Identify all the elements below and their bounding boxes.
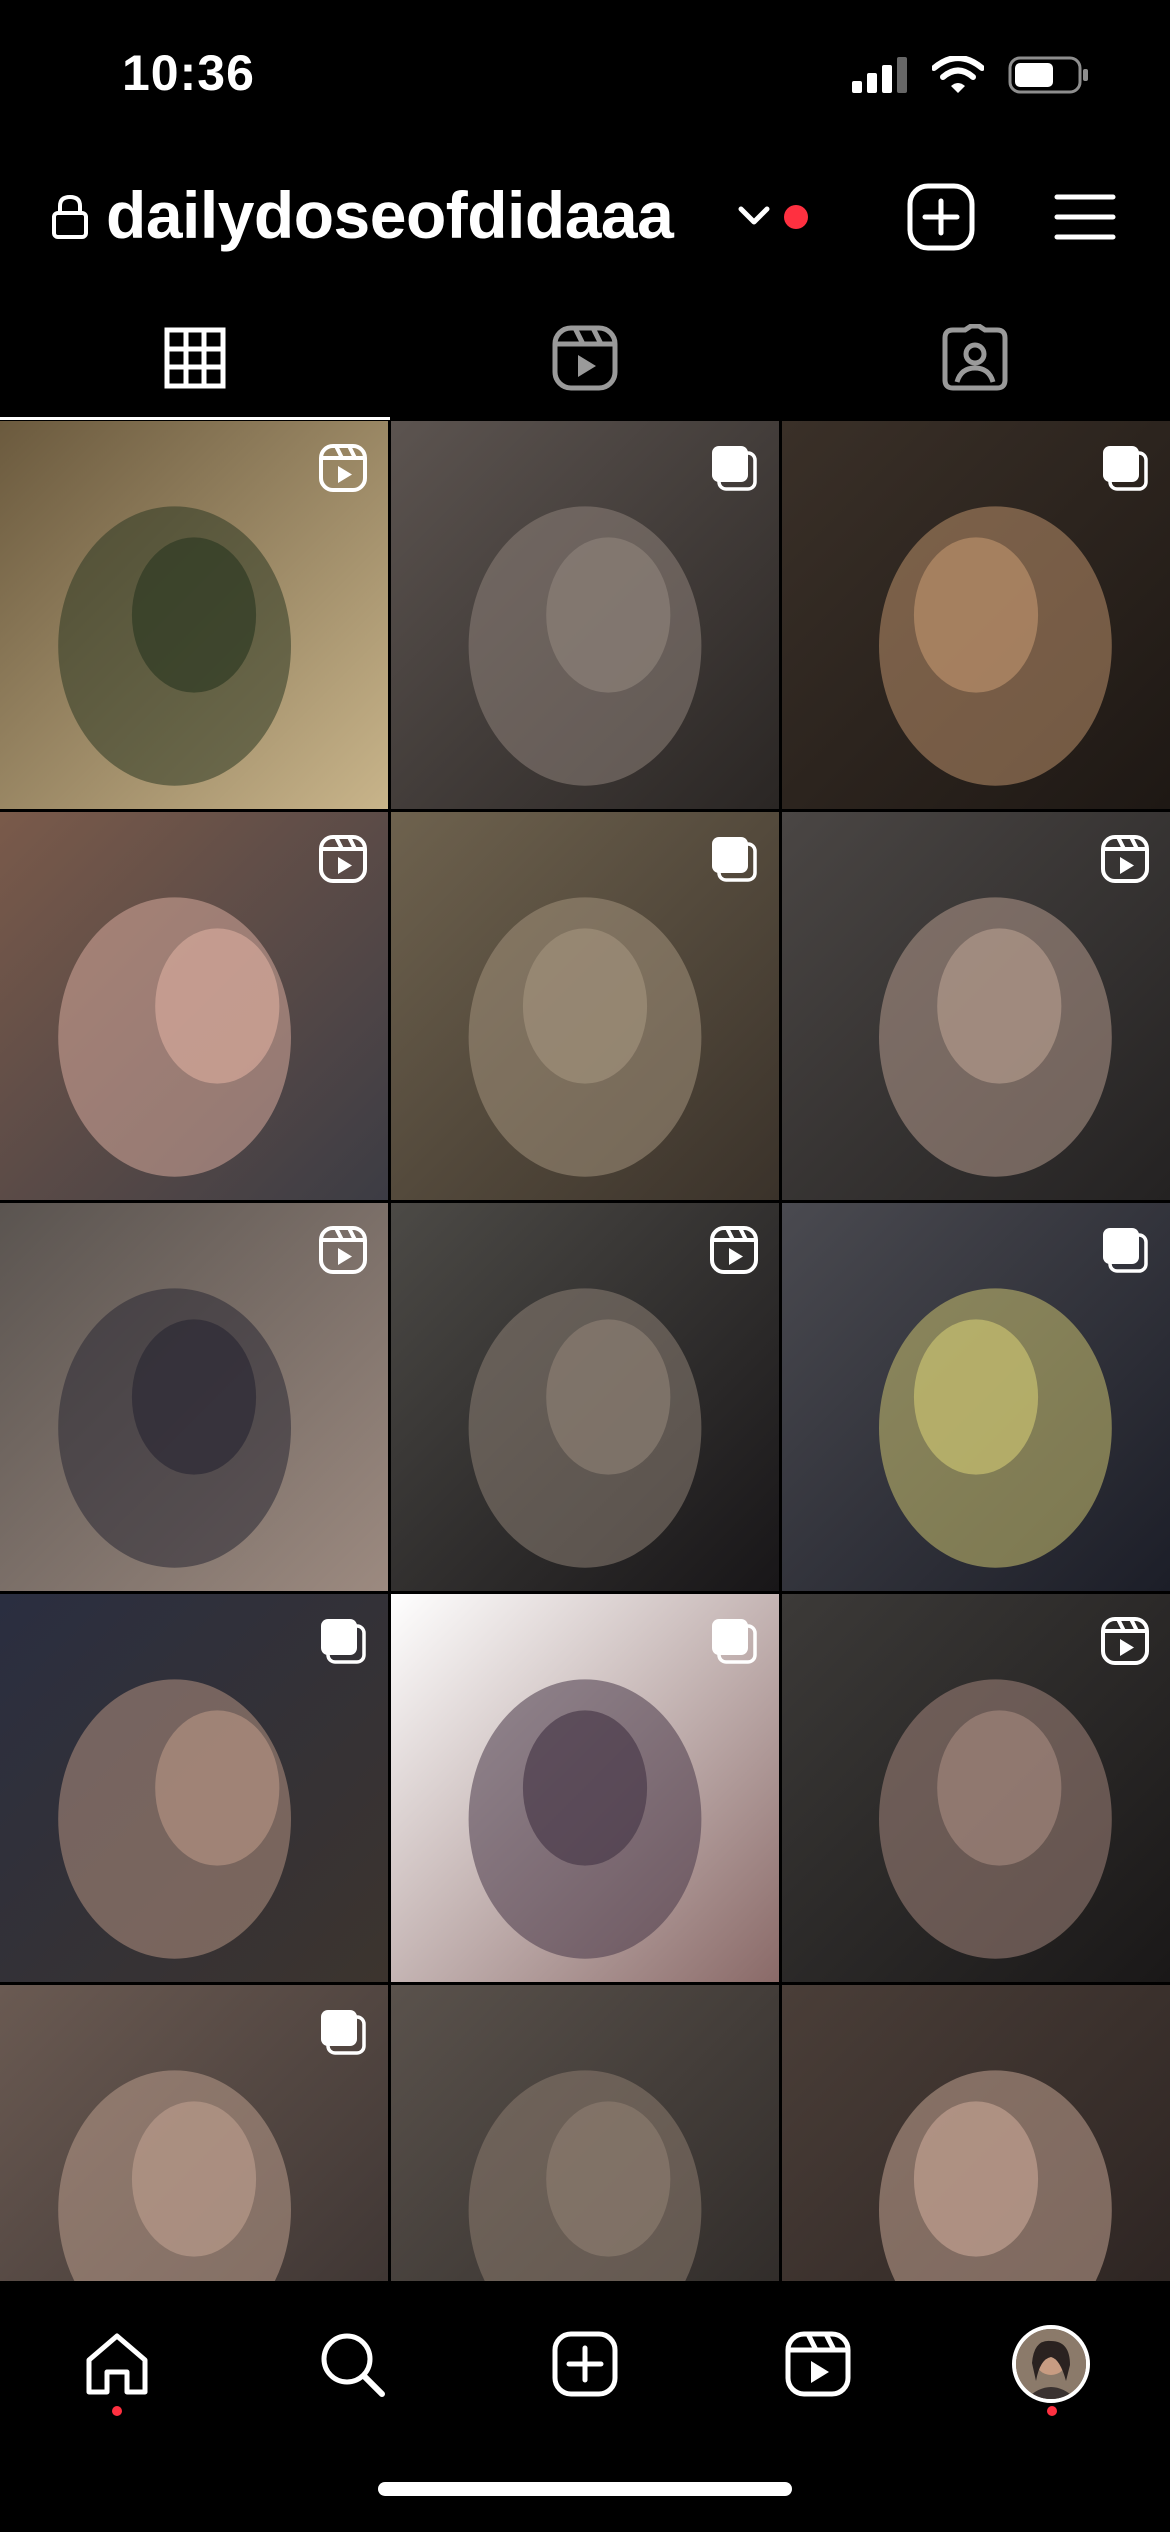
grid-post[interactable] xyxy=(0,1985,388,2281)
reels-icon xyxy=(552,325,618,390)
menu-icon[interactable] xyxy=(1053,187,1117,247)
profile-avatar xyxy=(1012,2325,1090,2403)
nav-home[interactable] xyxy=(72,2319,162,2409)
status-icons xyxy=(852,56,1090,94)
home-icon xyxy=(86,2333,148,2395)
grid-post[interactable] xyxy=(782,812,1170,1200)
grid-post[interactable] xyxy=(0,1203,388,1591)
account-notification-dot xyxy=(784,205,808,229)
grid-post[interactable] xyxy=(0,1594,388,1982)
new-post-icon[interactable] xyxy=(906,182,976,252)
wifi-icon xyxy=(932,56,984,93)
nav-reels[interactable] xyxy=(773,2319,863,2409)
home-notification-dot xyxy=(112,2406,122,2416)
grid-post[interactable] xyxy=(391,1203,779,1591)
profile-tabs xyxy=(0,295,1170,420)
status-bar: 10:36 xyxy=(0,0,1170,150)
profile-header: dailydoseofdidaaa xyxy=(0,165,1170,265)
post-thumbnail-image xyxy=(391,1985,779,2281)
battery-icon xyxy=(1008,56,1088,94)
carousel-badge-icon xyxy=(321,2010,366,2055)
home-indicator xyxy=(378,2482,792,2496)
grid-post[interactable] xyxy=(391,421,779,809)
reels-icon xyxy=(785,2331,851,2397)
post-thumbnail-image xyxy=(782,1985,1170,2281)
status-time: 10:36 xyxy=(122,45,255,101)
tab-reels[interactable] xyxy=(390,295,780,420)
create-icon xyxy=(552,2331,618,2397)
reel-badge-icon xyxy=(1101,1617,1149,1665)
grid-post[interactable] xyxy=(391,1985,779,2281)
reel-badge-icon xyxy=(319,444,367,492)
grid-post[interactable] xyxy=(782,421,1170,809)
nav-profile[interactable] xyxy=(1006,2319,1096,2409)
tab-tagged[interactable] xyxy=(780,295,1170,420)
reel-badge-icon xyxy=(319,1226,367,1274)
carousel-badge-icon xyxy=(712,837,757,882)
chevron-down-icon[interactable] xyxy=(735,201,773,231)
carousel-badge-icon xyxy=(1103,446,1148,491)
profile-notification-dot xyxy=(1047,2406,1057,2416)
signal-icon xyxy=(852,57,907,93)
nav-create[interactable] xyxy=(540,2319,630,2409)
account-username[interactable]: dailydoseofdidaaa xyxy=(106,177,674,253)
search-icon xyxy=(321,2333,385,2397)
carousel-badge-icon xyxy=(712,446,757,491)
tagged-icon xyxy=(942,323,1008,390)
reel-badge-icon xyxy=(1101,835,1149,883)
grid-post[interactable] xyxy=(782,1594,1170,1982)
carousel-badge-icon xyxy=(1103,1228,1148,1273)
nav-search[interactable] xyxy=(307,2319,397,2409)
carousel-badge-icon xyxy=(712,1619,757,1664)
grid-post[interactable] xyxy=(0,421,388,809)
carousel-badge-icon xyxy=(321,1619,366,1664)
posts-grid xyxy=(0,421,1170,2281)
grid-post[interactable] xyxy=(782,1985,1170,2281)
tab-posts-grid[interactable] xyxy=(0,295,390,420)
grid-post[interactable] xyxy=(0,812,388,1200)
grid-post[interactable] xyxy=(391,1594,779,1982)
grid-icon xyxy=(164,327,226,388)
grid-post[interactable] xyxy=(782,1203,1170,1591)
grid-post[interactable] xyxy=(391,812,779,1200)
reel-badge-icon xyxy=(710,1226,758,1274)
reel-badge-icon xyxy=(319,835,367,883)
lock-icon xyxy=(52,194,88,239)
